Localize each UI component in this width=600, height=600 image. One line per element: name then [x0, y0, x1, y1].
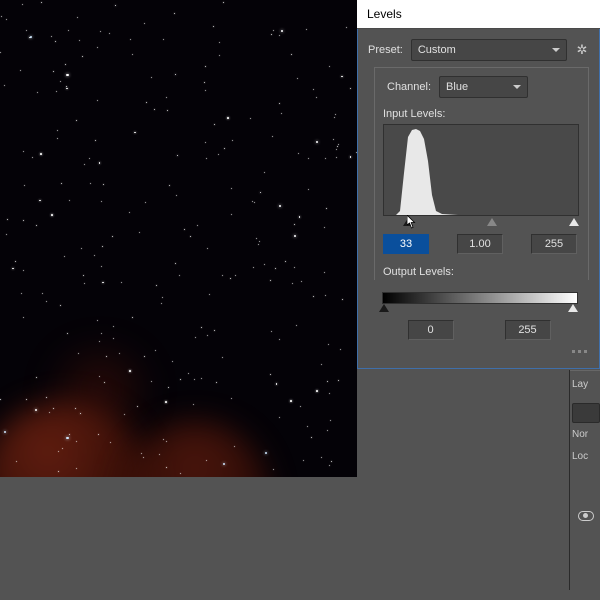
input-white-field[interactable]: 255: [531, 234, 577, 254]
input-black-field[interactable]: 33: [383, 234, 429, 254]
star-field: [0, 0, 357, 477]
normal-blend-label[interactable]: Nor: [570, 427, 600, 449]
document-canvas[interactable]: [0, 0, 357, 477]
black-point-handle[interactable]: [403, 218, 413, 226]
white-point-handle[interactable]: [569, 218, 579, 226]
lock-label: Loc: [570, 449, 600, 471]
layer-search-input[interactable]: [572, 403, 600, 423]
input-mid-field[interactable]: 1.00: [457, 234, 503, 254]
layers-panel-label[interactable]: Lay: [570, 370, 600, 399]
output-black-field[interactable]: 0: [408, 320, 454, 340]
output-slider-track[interactable]: [382, 304, 576, 316]
preset-dropdown[interactable]: Custom: [411, 39, 567, 61]
channel-label: Channel:: [387, 81, 431, 93]
input-levels-label: Input Levels:: [383, 108, 580, 120]
channel-dropdown[interactable]: Blue: [439, 76, 528, 98]
mid-point-handle[interactable]: [487, 218, 497, 226]
levels-dialog: Levels Preset: Custom ✲ Channel: Blue In…: [357, 0, 600, 370]
histogram[interactable]: [383, 124, 579, 216]
eye-icon[interactable]: [578, 511, 594, 521]
right-panels-strip: Lay Nor Loc: [569, 370, 600, 590]
output-white-field[interactable]: 255: [505, 320, 551, 340]
gear-icon[interactable]: ✲: [575, 43, 589, 57]
preset-value: Custom: [418, 44, 456, 56]
resize-grip[interactable]: [368, 350, 587, 355]
dialog-title[interactable]: Levels: [357, 0, 600, 29]
channel-value: Blue: [446, 81, 468, 93]
preset-label: Preset:: [368, 44, 403, 56]
output-levels-label: Output Levels:: [383, 266, 580, 278]
output-white-handle[interactable]: [568, 304, 578, 312]
output-gradient[interactable]: [382, 292, 578, 304]
input-slider-track[interactable]: [383, 218, 577, 230]
output-black-handle[interactable]: [379, 304, 389, 312]
